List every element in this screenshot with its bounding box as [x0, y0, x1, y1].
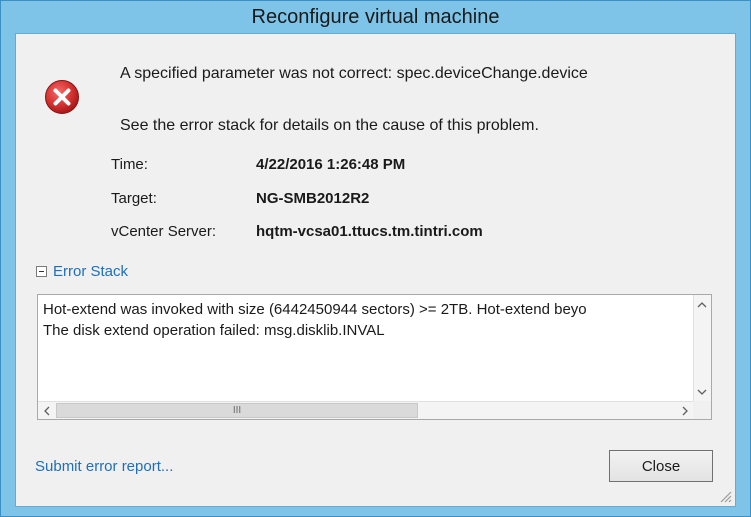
target-value: NG-SMB2012R2: [256, 190, 370, 207]
close-button[interactable]: Close: [609, 450, 713, 482]
vcenter-label: vCenter Server:: [111, 223, 217, 240]
error-message: A specified parameter was not correct: s…: [120, 65, 588, 82]
error-stack-textbox[interactable]: Hot-extend was invoked with size (644245…: [37, 294, 712, 420]
horizontal-scroll-thumb[interactable]: III: [56, 403, 418, 418]
error-hint: See the error stack for details on the c…: [120, 117, 539, 134]
error-stack-line: Hot-extend was invoked with size (644245…: [43, 301, 587, 318]
error-stack-label: Error Stack: [53, 263, 129, 280]
dialog-window: Reconfigure virtual machine A specified …: [0, 0, 751, 517]
window-title: Reconfigure virtual machine: [251, 5, 500, 28]
resize-grip-icon[interactable]: [718, 489, 732, 503]
scroll-up-icon[interactable]: [694, 297, 710, 313]
horizontal-scrollbar[interactable]: III: [38, 401, 694, 419]
scroll-down-icon[interactable]: [694, 384, 710, 400]
close-button-label: Close: [641, 457, 681, 475]
scrollbar-corner: [693, 401, 711, 419]
scroll-right-icon[interactable]: [677, 403, 693, 419]
error-stack-text: Hot-extend was invoked with size (644245…: [43, 299, 691, 341]
scroll-thumb-grip: III: [232, 405, 242, 416]
scroll-left-icon[interactable]: [39, 403, 55, 419]
dialog-body: A specified parameter was not correct: s…: [15, 33, 736, 507]
vcenter-value: hqtm-vcsa01.ttucs.tm.tintri.com: [256, 223, 483, 240]
submit-error-report-link[interactable]: Submit error report...: [35, 458, 173, 475]
time-value: 4/22/2016 1:26:48 PM: [256, 156, 406, 173]
collapse-icon[interactable]: [36, 266, 47, 277]
error-stack-toggle[interactable]: Error Stack: [36, 263, 128, 280]
time-label: Time:: [111, 156, 148, 173]
vertical-scrollbar[interactable]: [693, 295, 711, 402]
title-bar[interactable]: Reconfigure virtual machine: [1, 1, 750, 33]
target-label: Target:: [111, 190, 157, 207]
error-x-icon: [45, 80, 79, 114]
error-stack-line: The disk extend operation failed: msg.di…: [43, 322, 385, 339]
